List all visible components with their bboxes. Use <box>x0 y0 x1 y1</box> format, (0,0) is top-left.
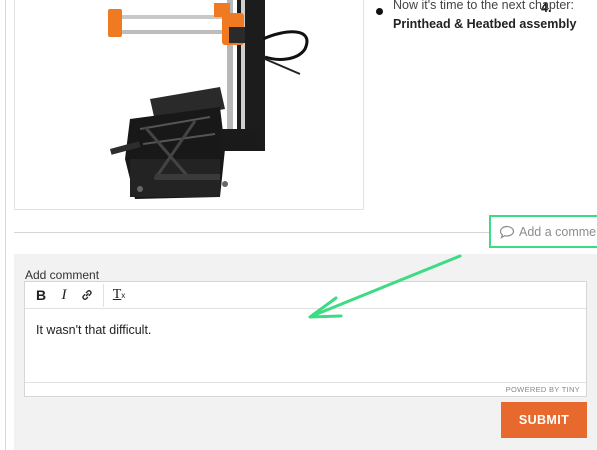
chapter-number: 4. <box>541 1 552 15</box>
editor-statusbar: POWERED BY TINY <box>25 382 586 396</box>
comment-form-label: Add comment <box>25 268 100 282</box>
italic-button[interactable]: I <box>54 285 74 305</box>
left-border-line <box>5 0 6 450</box>
editor-toolbar: B I Tx <box>25 282 586 309</box>
assembly-photo <box>14 0 364 210</box>
rich-text-editor[interactable]: B I Tx It wasn't that difficult. POWERED… <box>24 281 587 397</box>
list-bullet <box>376 8 383 15</box>
comment-panel: Add comment B I Tx It wasn't that diffic… <box>14 254 597 450</box>
printer-frame-illustration <box>108 0 309 199</box>
clear-formatting-button[interactable]: Tx <box>109 285 129 305</box>
add-comment-label: Add a comment <box>519 224 597 239</box>
chapter-title: Printhead & Heatbed assembly <box>393 17 577 31</box>
link-icon <box>82 290 92 300</box>
speech-bubble-icon <box>499 225 515 239</box>
powered-by-tiny[interactable]: POWERED BY TINY <box>506 385 580 394</box>
toolbar-separator <box>103 284 104 307</box>
link-button[interactable] <box>77 285 97 305</box>
comment-text[interactable]: It wasn't that difficult. <box>36 323 151 337</box>
bold-button[interactable]: B <box>31 285 51 305</box>
section-divider <box>14 232 489 233</box>
clear-format-glyph: T <box>112 287 122 302</box>
add-comment-link[interactable]: Add a comment <box>489 215 597 248</box>
clear-format-sub: x <box>121 290 126 300</box>
submit-button[interactable]: SUBMIT <box>501 402 587 438</box>
